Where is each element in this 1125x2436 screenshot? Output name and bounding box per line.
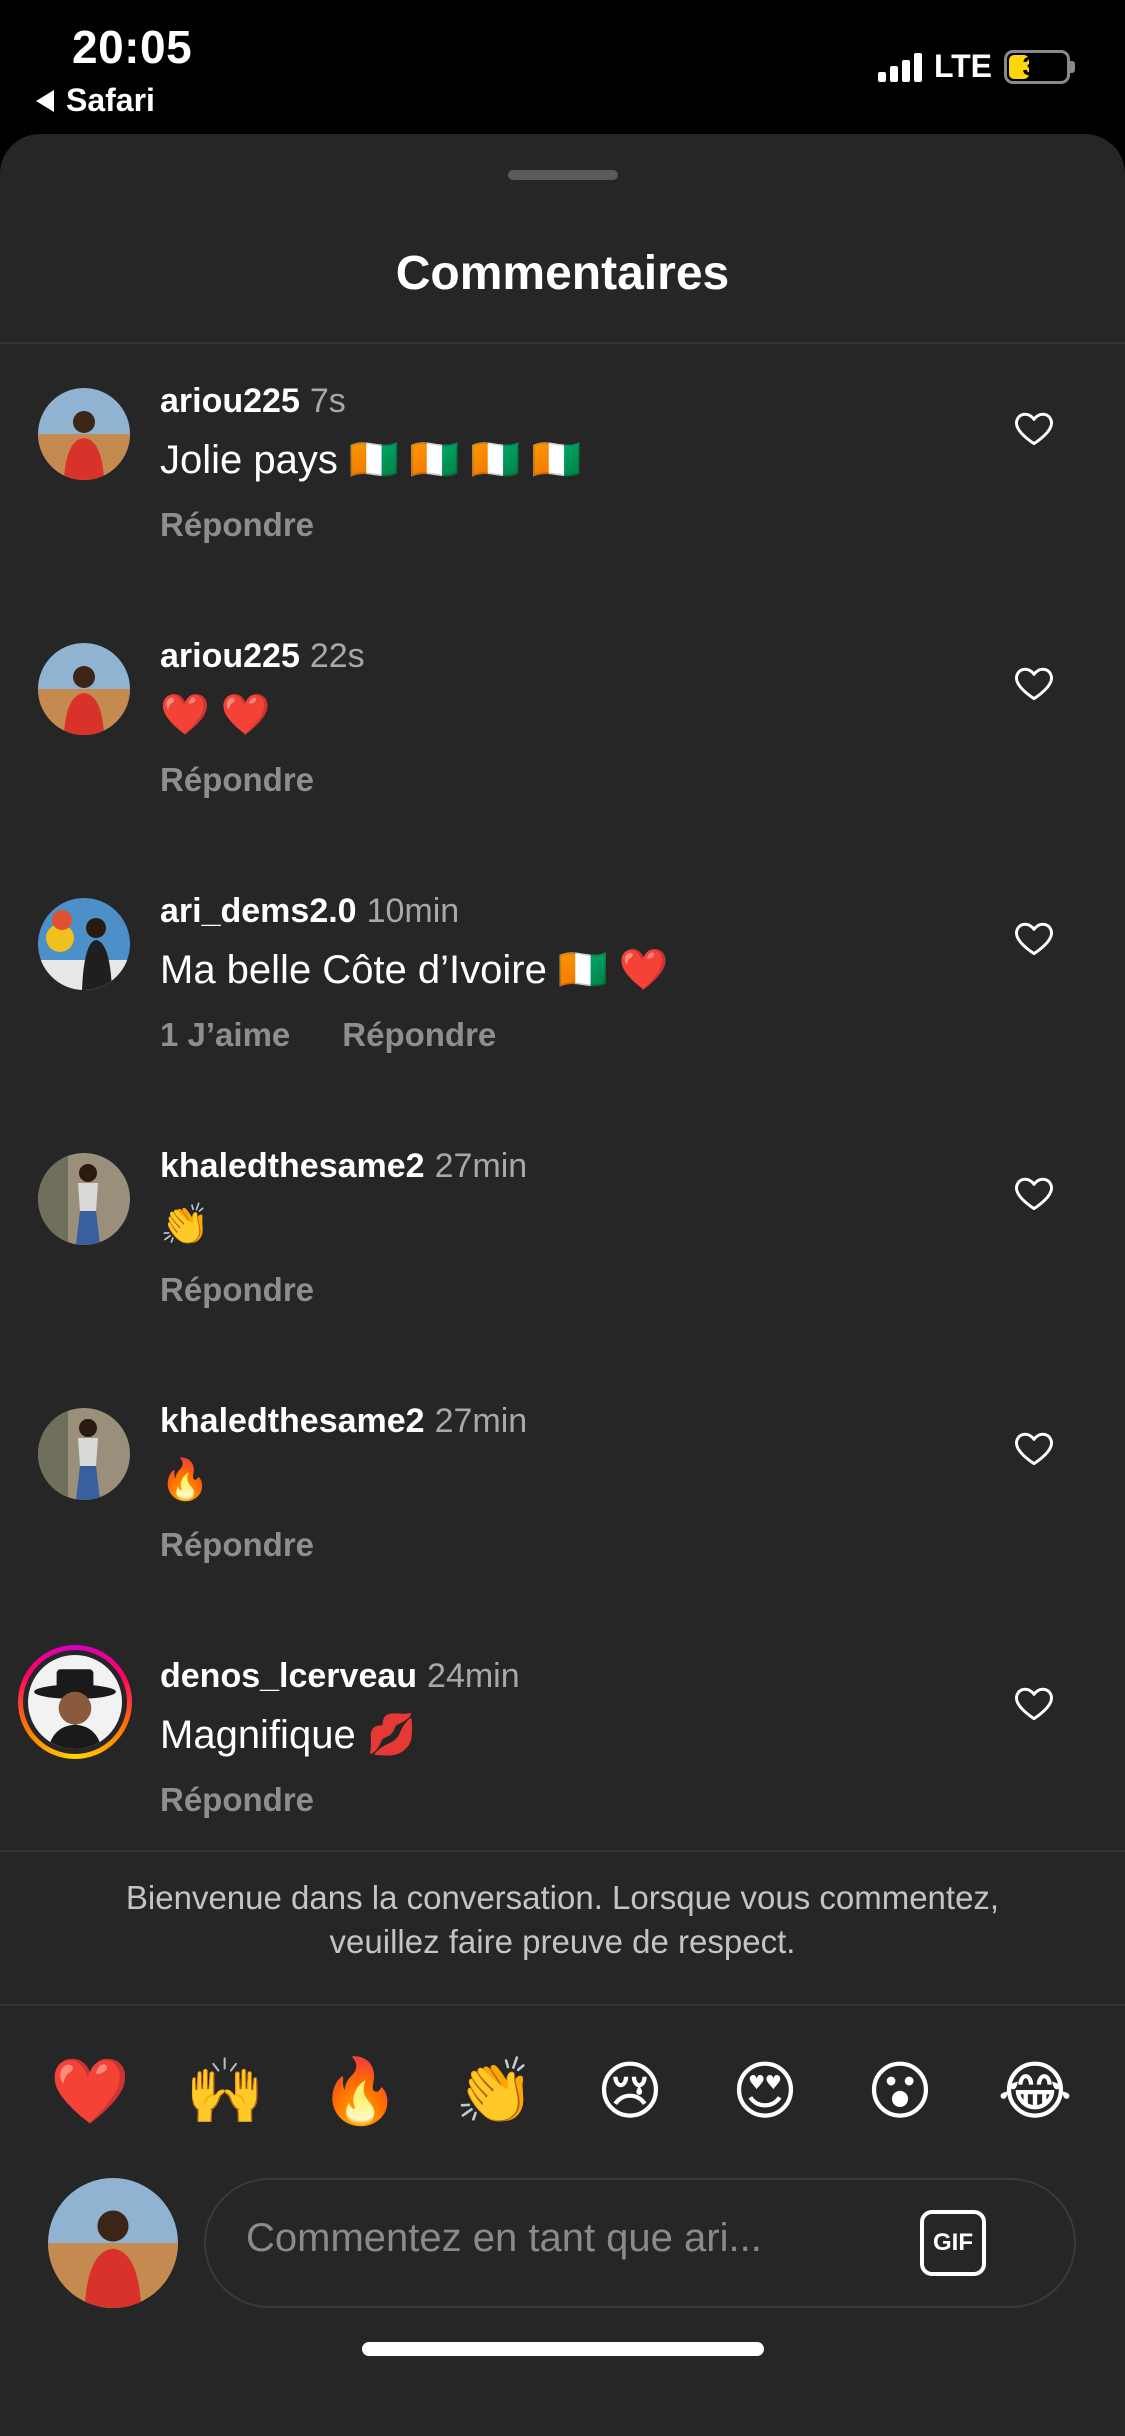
comment-text: Magnifique 💋 [160, 1713, 417, 1757]
divider [0, 342, 1125, 344]
status-time: 20:05 [72, 21, 193, 73]
reply-button[interactable]: Répondre [160, 1781, 314, 1819]
comments-sheet: Commentaires ariou225 7s Jolie pays 🇨🇮 🇨… [0, 134, 1125, 2436]
gif-icon: GIF [933, 2229, 973, 2256]
avatar-photo [38, 1153, 130, 1245]
reply-button[interactable]: Répondre [160, 1271, 314, 1309]
reaction-raised-hands-button[interactable]: 🙌 [185, 2046, 265, 2136]
reaction-surprised-button[interactable]: 😮 [860, 2046, 940, 2136]
reply-button[interactable]: Répondre [160, 506, 314, 544]
heart-outline-icon[interactable] [1012, 1171, 1056, 1215]
battery-icon: 35 [1004, 49, 1075, 84]
comment-username[interactable]: khaledthesame2 [160, 1147, 425, 1186]
my-avatar [48, 2178, 178, 2308]
comment-time: 7s [309, 382, 346, 420]
comment-header: ariou225 7s [160, 382, 346, 421]
reply-button[interactable]: Répondre [160, 1526, 314, 1564]
battery-percent: 35 [1022, 51, 1052, 81]
heart-outline-icon[interactable] [1012, 661, 1056, 705]
comment-actions: Répondre [160, 1781, 314, 1819]
reaction-laughing-button[interactable]: 😂 [995, 2046, 1075, 2136]
comment-time: 22s [309, 637, 365, 675]
comment-text: ❤️ ❤️ [160, 693, 271, 737]
comment-header: ariou225 22s [160, 637, 365, 676]
comment-actions: 1 J’aime Répondre [160, 1016, 496, 1054]
comment-item: ari_dems2.0 10min Ma belle Côte d’Ivoire… [0, 892, 1125, 1153]
comment-item: khaledthesame2 27min 👏 Répondre [0, 1147, 1125, 1408]
comment-text: Jolie pays 🇨🇮 🇨🇮 🇨🇮 🇨🇮 [160, 438, 582, 482]
heart-outline-icon[interactable] [1012, 1681, 1056, 1725]
avatar-photo [38, 898, 130, 990]
comment-time: 27min [434, 1147, 528, 1185]
network-label: LTE [933, 48, 992, 84]
gif-button[interactable]: GIF [920, 2210, 986, 2276]
reply-button[interactable]: Répondre [342, 1016, 496, 1054]
heart-outline-icon[interactable] [1012, 916, 1056, 960]
comment-text: 👏 [160, 1203, 210, 1247]
divider [0, 1850, 1125, 1852]
sheet-title: Commentaires [395, 247, 730, 300]
heart-outline-icon[interactable] [1012, 1426, 1056, 1470]
comment-time: 10min [366, 892, 460, 930]
comment-item: khaledthesame2 27min 🔥 Répondre [0, 1402, 1125, 1663]
status-indicators: LTE 35 [877, 48, 1075, 85]
back-triangle-icon [36, 89, 54, 112]
avatar[interactable] [38, 1153, 130, 1245]
sheet-grabber[interactable] [508, 170, 618, 180]
conversation-notice: Bienvenue dans la conversation. Lorsque … [125, 1879, 1000, 1960]
comment-header: khaledthesame2 27min [160, 1147, 527, 1186]
avatar-photo [38, 643, 130, 735]
back-to-safari-link[interactable]: Safari [36, 82, 155, 119]
comment-actions: Répondre [160, 1271, 314, 1309]
comment-item: ariou225 22s ❤️ ❤️ Répondre [0, 637, 1125, 898]
comment-username[interactable]: ariou225 [160, 382, 300, 421]
comment-header: khaledthesame2 27min [160, 1402, 527, 1441]
comment-username[interactable]: ari_dems2.0 [160, 892, 357, 931]
comment-username[interactable]: khaledthesame2 [160, 1402, 425, 1441]
comment-header: ari_dems2.0 10min [160, 892, 459, 931]
avatar[interactable] [38, 388, 130, 480]
reaction-clap-button[interactable]: 👏 [455, 2046, 535, 2136]
comment-time: 24min [427, 1657, 520, 1695]
avatar-photo [38, 1408, 130, 1500]
comment-composer: Commentez en tant que ari... GIF [0, 2178, 1125, 2308]
avatar[interactable] [38, 1408, 130, 1500]
comment-actions: Répondre [160, 506, 314, 544]
divider [0, 2004, 1125, 2006]
comment-text: Ma belle Côte d’Ivoire 🇨🇮 ❤️ [160, 948, 669, 992]
reaction-fire-button[interactable]: 🔥 [320, 2046, 400, 2136]
avatar-photo [28, 1655, 122, 1749]
comment-text: 🔥 [160, 1458, 210, 1502]
avatar[interactable] [38, 643, 130, 735]
comment-input[interactable]: Commentez en tant que ari... GIF [204, 2178, 1076, 2308]
comment-actions: Répondre [160, 761, 314, 799]
comment-time: 27min [434, 1402, 528, 1440]
comment-item: ariou225 7s Jolie pays 🇨🇮 🇨🇮 🇨🇮 🇨🇮 Répon… [0, 382, 1125, 643]
comment-actions: Répondre [160, 1526, 314, 1564]
avatar-photo [48, 2178, 178, 2308]
comment-input-placeholder: Commentez en tant que ari... [246, 2216, 762, 2260]
back-app-label: Safari [66, 82, 155, 118]
likes-count-link[interactable]: 1 J’aime [160, 1016, 290, 1054]
reaction-crying-button[interactable]: 😢 [590, 2046, 670, 2136]
comment-header: denos_lcerveau 24min [160, 1657, 520, 1696]
comment-username[interactable]: denos_lcerveau [160, 1657, 417, 1696]
heart-outline-icon[interactable] [1012, 406, 1056, 450]
avatar-photo [38, 388, 130, 480]
comment-username[interactable]: ariou225 [160, 637, 300, 676]
reaction-heart-eyes-button[interactable]: 😍 [725, 2046, 805, 2136]
reply-button[interactable]: Répondre [160, 761, 314, 799]
signal-bars-icon [877, 52, 922, 82]
story-ring-avatar[interactable] [18, 1645, 132, 1759]
avatar[interactable] [38, 898, 130, 990]
status-bar: 20:05 Safari LTE 35 [0, 0, 1125, 134]
reaction-heart-button[interactable]: ❤️ [50, 2046, 130, 2136]
quick-reactions-bar: ❤️ 🙌 🔥 👏 😢 😍 😮 😂 [50, 2046, 1075, 2136]
home-indicator[interactable] [362, 2342, 764, 2356]
